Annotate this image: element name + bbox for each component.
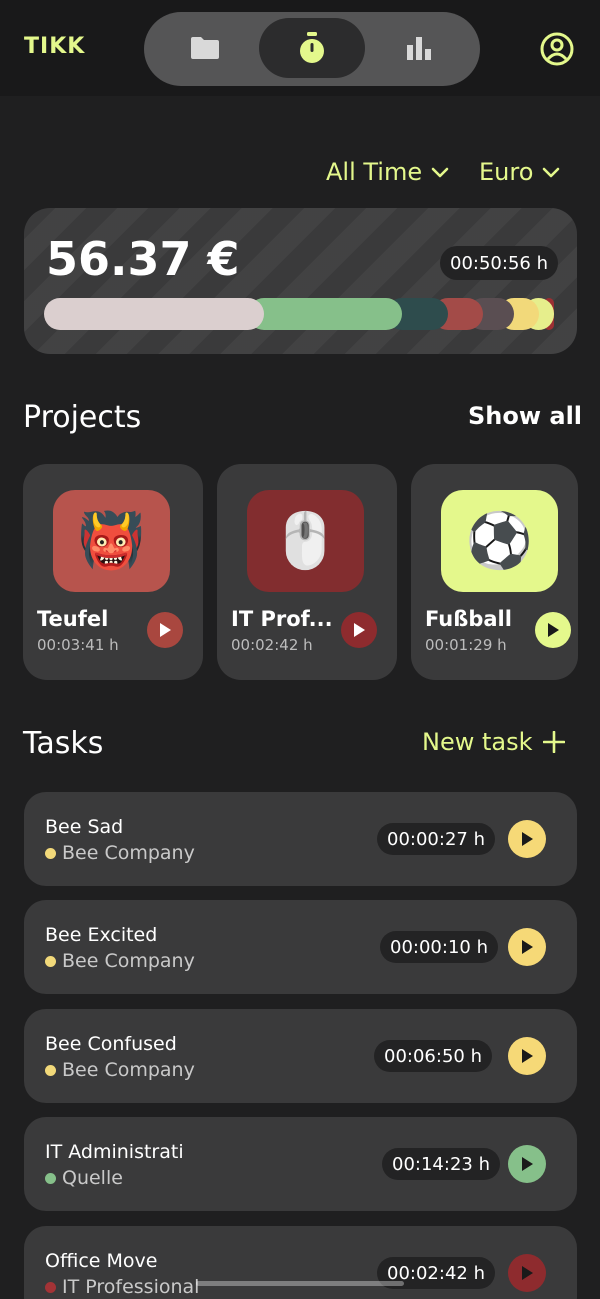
project-emoji-tile: ⚽ xyxy=(441,490,558,592)
play-icon xyxy=(522,832,533,846)
play-icon xyxy=(522,1266,533,1280)
nav-projects-button[interactable] xyxy=(152,18,258,78)
task-name: Office Move xyxy=(45,1250,158,1272)
project-time: 00:01:29 h xyxy=(425,636,507,654)
nav-timer-button[interactable] xyxy=(259,18,365,78)
task-name: Bee Sad xyxy=(45,816,124,838)
task-row[interactable]: IT Administrati Quelle 00:14:23 h xyxy=(24,1117,577,1211)
app-logo: TIKK xyxy=(24,34,86,59)
total-time-badge: 00:50:56 h xyxy=(440,246,558,280)
new-task-label: New task xyxy=(422,728,533,756)
currency-dropdown[interactable]: Euro xyxy=(479,158,561,186)
task-time: 00:14:23 h xyxy=(382,1148,500,1180)
play-icon xyxy=(160,623,171,637)
task-project-name: Bee Company xyxy=(62,842,195,864)
task-time: 00:06:50 h xyxy=(374,1040,492,1072)
plus-icon xyxy=(542,731,565,753)
task-play-button[interactable] xyxy=(508,1254,546,1292)
task-project: IT Professional xyxy=(45,1276,199,1298)
play-icon xyxy=(522,1157,533,1171)
distribution-segment xyxy=(44,298,264,330)
project-color-dot xyxy=(45,1064,56,1076)
folder-icon xyxy=(191,37,219,59)
projects-title: Projects xyxy=(23,400,142,435)
profile-icon[interactable] xyxy=(540,32,574,66)
project-emoji-tile: 👹 xyxy=(53,490,170,592)
new-task-button[interactable]: New task xyxy=(422,728,565,756)
play-icon xyxy=(548,623,559,637)
task-project: Bee Company xyxy=(45,842,195,864)
project-emoji: 👹 xyxy=(77,509,146,572)
task-play-button[interactable] xyxy=(508,820,546,858)
project-time: 00:03:41 h xyxy=(37,636,119,654)
project-name: IT Prof... xyxy=(231,607,333,631)
project-card[interactable]: ⚽ Fußball 00:01:29 h xyxy=(411,464,578,680)
project-card[interactable]: 🖱️ IT Prof... 00:02:42 h xyxy=(217,464,397,680)
project-color-dot xyxy=(45,955,56,967)
task-name: Bee Confused xyxy=(45,1033,177,1055)
project-play-button[interactable] xyxy=(535,612,571,648)
task-project: Quelle xyxy=(45,1167,123,1189)
task-project-name: Bee Company xyxy=(62,1059,195,1081)
task-project-name: Bee Company xyxy=(62,950,195,972)
play-icon xyxy=(522,940,533,954)
distribution-segment xyxy=(248,298,402,330)
project-emoji: ⚽ xyxy=(465,509,534,572)
project-color-dot xyxy=(45,847,56,859)
task-project: Bee Company xyxy=(45,1059,195,1081)
home-indicator xyxy=(196,1281,404,1286)
task-project-name: IT Professional xyxy=(62,1276,200,1298)
show-all-link[interactable]: Show all xyxy=(468,402,582,430)
play-icon xyxy=(354,623,365,637)
tasks-title: Tasks xyxy=(23,726,104,761)
total-amount: 56.37 € xyxy=(46,232,240,286)
task-row[interactable]: Office Move IT Professional 00:02:42 h xyxy=(24,1226,577,1299)
project-emoji-tile: 🖱️ xyxy=(247,490,364,592)
project-card[interactable]: 👹 Teufel 00:03:41 h xyxy=(23,464,203,680)
currency-label: Euro xyxy=(479,158,534,186)
task-time: 00:00:27 h xyxy=(377,823,495,855)
task-name: IT Administrati xyxy=(45,1141,184,1163)
project-color-dot xyxy=(45,1281,56,1293)
project-play-button[interactable] xyxy=(147,612,183,648)
play-icon xyxy=(522,1049,533,1063)
task-play-button[interactable] xyxy=(508,1037,546,1075)
nav-statistics-button[interactable] xyxy=(366,18,472,78)
time-range-dropdown[interactable]: All Time xyxy=(326,158,450,186)
task-row[interactable]: Bee Excited Bee Company 00:00:10 h xyxy=(24,900,577,994)
task-play-button[interactable] xyxy=(508,1145,546,1183)
task-row[interactable]: Bee Sad Bee Company 00:00:27 h xyxy=(24,792,577,886)
task-play-button[interactable] xyxy=(508,928,546,966)
chevron-down-icon xyxy=(543,167,560,178)
project-time: 00:02:42 h xyxy=(231,636,313,654)
task-project-name: Quelle xyxy=(62,1167,123,1189)
time-distribution-bar xyxy=(44,298,554,330)
time-range-label: All Time xyxy=(326,158,423,186)
chevron-down-icon xyxy=(431,167,449,178)
project-emoji: 🖱️ xyxy=(271,509,340,572)
project-play-button[interactable] xyxy=(341,612,377,648)
task-time: 00:00:10 h xyxy=(380,931,498,963)
top-bar: TIKK xyxy=(0,0,600,96)
main-nav xyxy=(144,12,480,86)
project-name: Teufel xyxy=(37,607,109,631)
task-name: Bee Excited xyxy=(45,924,158,946)
project-color-dot xyxy=(45,1172,56,1184)
stopwatch-icon xyxy=(300,32,324,63)
summary-card: 56.37 € 00:50:56 h xyxy=(24,208,577,354)
task-project: Bee Company xyxy=(45,950,195,972)
task-row[interactable]: Bee Confused Bee Company 00:06:50 h xyxy=(24,1009,577,1103)
bar-chart-icon xyxy=(407,37,431,60)
project-name: Fußball xyxy=(425,607,512,631)
